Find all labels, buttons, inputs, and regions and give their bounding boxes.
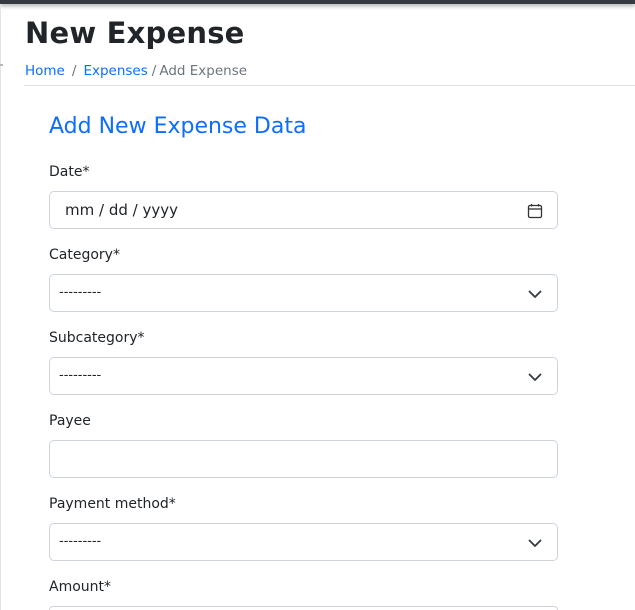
payment-method-selected-value: ---------: [59, 534, 102, 549]
category-label: Category*: [49, 247, 120, 263]
breadcrumb-current: Add Expense: [159, 63, 248, 79]
calendar-icon[interactable]: [527, 203, 543, 219]
date-placeholder: mm / dd / yyyy: [65, 201, 178, 219]
amount-input[interactable]: [49, 606, 558, 610]
form-title: Add New Expense Data: [49, 114, 307, 139]
breadcrumb-separator: /: [151, 63, 157, 79]
subcategory-select[interactable]: ---------: [49, 357, 558, 395]
payment-method-select[interactable]: ---------: [49, 523, 558, 561]
date-label: Date*: [49, 164, 90, 180]
date-input[interactable]: mm / dd / yyyy: [49, 191, 558, 229]
breadcrumb-separator: /: [71, 63, 77, 79]
sidebar-edge: [0, 4, 1, 610]
chevron-down-icon: [528, 373, 542, 381]
chevron-down-icon: [528, 290, 542, 298]
payee-input[interactable]: [49, 440, 558, 478]
payee-label: Payee: [49, 413, 91, 429]
category-selected-value: ---------: [59, 285, 102, 300]
amount-label: Amount*: [49, 579, 112, 595]
breadcrumb: Home / Expenses / Add Expense: [25, 63, 247, 79]
subcategory-selected-value: ---------: [59, 368, 102, 383]
payment-method-label: Payment method*: [49, 496, 176, 512]
breadcrumb-expenses-link[interactable]: Expenses: [83, 63, 147, 79]
category-select[interactable]: ---------: [49, 274, 558, 312]
page-title: New Expense: [25, 16, 245, 50]
chevron-down-icon: [528, 539, 542, 547]
breadcrumb-home-link[interactable]: Home: [25, 63, 65, 79]
sidebar-edge-marker: [0, 64, 3, 66]
subcategory-label: Subcategory*: [49, 330, 145, 346]
